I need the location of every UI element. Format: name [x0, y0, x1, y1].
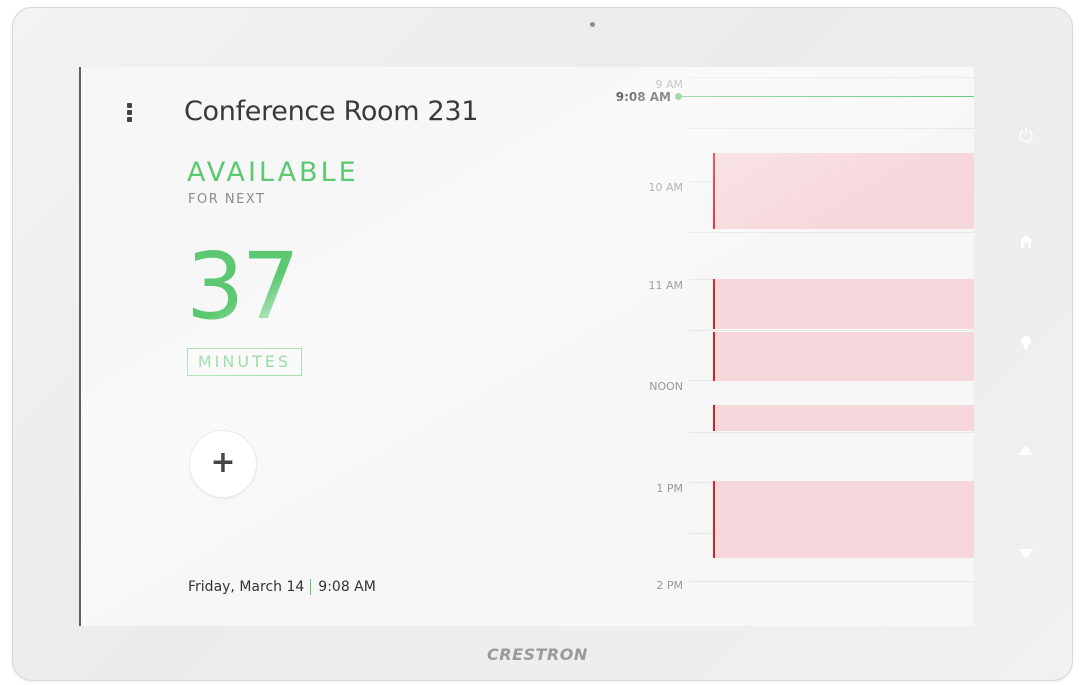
current-time: 9:08 AM: [318, 579, 376, 595]
meeting-block[interactable]: [713, 153, 974, 229]
brand-logo: CRESTRON: [487, 645, 588, 664]
meeting-track: [689, 67, 974, 626]
separator: [310, 579, 312, 595]
current-date: Friday, March 14: [188, 579, 305, 595]
now-indicator-dot: [675, 93, 682, 100]
hour-label-noon: NOON: [649, 380, 683, 393]
room-title: Conference Room 231: [184, 96, 479, 127]
now-time-label: 9:08 AM: [615, 90, 671, 104]
meeting-block[interactable]: [713, 279, 974, 329]
minutes-label: MINUTES: [187, 348, 302, 376]
schedule-timeline[interactable]: 9 AM 9:08 AM 10 AM 11 AM NOON 1 PM 2 PM: [611, 67, 974, 626]
arrow-down-icon[interactable]: [1017, 545, 1035, 563]
screen: Conference Room 231 AVAILABLE FOR NEXT 3…: [79, 67, 974, 626]
hour-label-1pm: 1 PM: [656, 482, 683, 495]
camera-dot: [590, 22, 595, 27]
plus-icon: +: [210, 445, 236, 480]
minutes-remaining: 37: [186, 233, 300, 340]
meeting-block[interactable]: [713, 481, 974, 558]
meeting-block[interactable]: [713, 405, 974, 431]
hour-label-11am: 11 AM: [648, 279, 683, 292]
menu-dots-icon[interactable]: [127, 103, 133, 123]
home-icon[interactable]: [1017, 232, 1035, 250]
hour-label-10am: 10 AM: [648, 181, 683, 194]
arrow-up-icon[interactable]: [1017, 441, 1035, 459]
hour-label-2pm: 2 PM: [656, 579, 683, 592]
availability-status: AVAILABLE: [187, 157, 359, 188]
add-meeting-button[interactable]: +: [189, 430, 257, 498]
power-icon[interactable]: [1017, 126, 1035, 144]
meeting-block[interactable]: [713, 332, 974, 381]
date-time-footer: Friday, March 14 9:08 AM: [188, 579, 376, 595]
lightbulb-icon[interactable]: [1017, 334, 1035, 352]
for-next-label: FOR NEXT: [188, 192, 266, 207]
